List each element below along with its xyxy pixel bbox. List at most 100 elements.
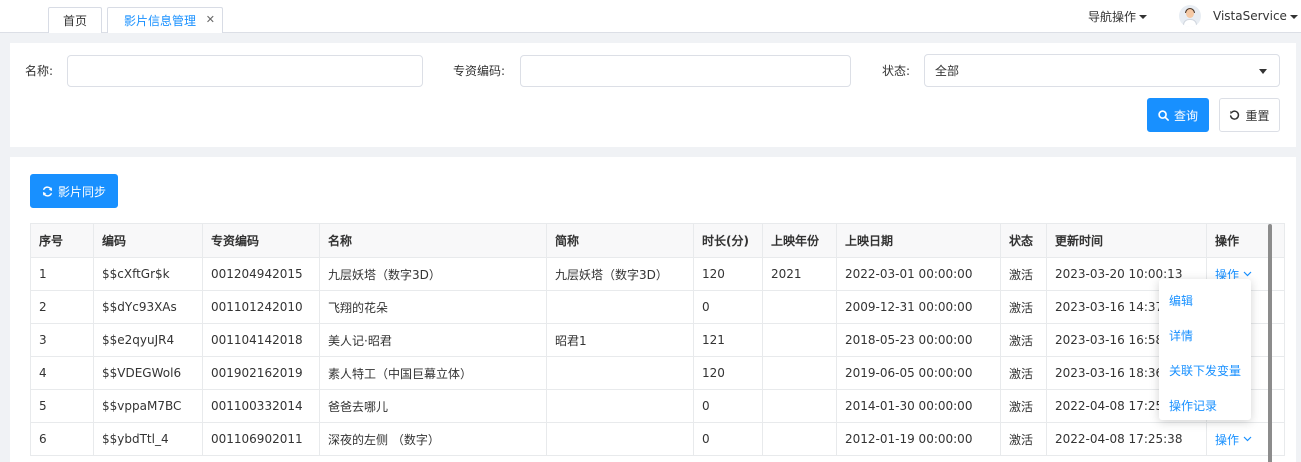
table-cell: 激活 bbox=[1000, 389, 1047, 423]
chevron-down-icon bbox=[1243, 436, 1252, 442]
col-header: 时长(分) bbox=[693, 223, 763, 258]
table-cell: $$vppaM7BC bbox=[93, 389, 203, 423]
chevron-down-icon bbox=[1243, 271, 1252, 277]
nav-menu-dropdown[interactable]: 导航操作 bbox=[1088, 8, 1148, 25]
film-table: 序号 编码 专资编码 名称 简称 时长(分) 上映年份 上映日期 状态 更新时间… bbox=[30, 223, 1285, 456]
name-input[interactable] bbox=[67, 55, 423, 87]
table-cell: $$VDEGWol6 bbox=[93, 356, 203, 390]
table-cell: 001104142018 bbox=[202, 323, 320, 357]
table-cell: 0 bbox=[693, 290, 763, 324]
tab-home[interactable]: 首页 bbox=[48, 7, 102, 33]
table-cell: 素人特工（中国巨幕立体） bbox=[319, 356, 547, 390]
status-select[interactable]: 全部 bbox=[924, 54, 1280, 87]
table-cell: 飞翔的花朵 bbox=[319, 290, 547, 324]
table-cell: 4 bbox=[30, 356, 94, 390]
tab-film-info[interactable]: 影片信息管理 ✕ bbox=[107, 7, 223, 33]
table-row: 3 $$e2qyuJR4 001104142018 美人记·昭君 昭君1 121 2018-… bbox=[30, 323, 1285, 357]
table-cell: 2018-05-23 00:00:00 bbox=[836, 323, 1001, 357]
table-cell: 2009-12-31 00:00:00 bbox=[836, 290, 1001, 324]
table-cell: 001204942015 bbox=[202, 257, 320, 291]
table-cell: 5 bbox=[30, 389, 94, 423]
row-action-dropdown: 编辑 详情 关联下发变量 操作记录 bbox=[1159, 279, 1251, 420]
table-cell: 120 bbox=[693, 257, 763, 291]
menu-item-link-variables[interactable]: 关联下发变量 bbox=[1159, 353, 1251, 388]
film-sync-button[interactable]: 影片同步 bbox=[30, 174, 118, 208]
table-cell bbox=[546, 422, 694, 456]
table-header-row: 序号 编码 专资编码 名称 简称 时长(分) 上映年份 上映日期 状态 更新时间… bbox=[30, 223, 1285, 258]
table-cell: 120 bbox=[693, 356, 763, 390]
table-cell bbox=[762, 422, 837, 456]
caret-down-icon bbox=[1139, 15, 1148, 19]
table-cell: 2012-01-19 00:00:00 bbox=[836, 422, 1001, 456]
table-cell: 激活 bbox=[1000, 356, 1047, 390]
table-cell: 2022-03-01 00:00:00 bbox=[836, 257, 1001, 291]
row-action-label: 操作 bbox=[1215, 432, 1240, 447]
query-button[interactable]: 查询 bbox=[1147, 98, 1209, 132]
menu-item-edit[interactable]: 编辑 bbox=[1159, 283, 1251, 318]
status-selected-value: 全部 bbox=[935, 64, 960, 78]
table-cell: 2021 bbox=[762, 257, 837, 291]
table-row: 5 $$vppaM7BC 001100332014 爸爸去哪儿 0 2014-01-30 … bbox=[30, 389, 1285, 423]
table-cell: 昭君1 bbox=[546, 323, 694, 357]
col-header: 状态 bbox=[1000, 223, 1047, 258]
table-cell: 美人记·昭君 bbox=[319, 323, 547, 357]
row-action-link[interactable]: 操作 bbox=[1215, 431, 1252, 448]
name-label: 名称: bbox=[25, 64, 54, 78]
username: VistaService bbox=[1213, 9, 1287, 23]
col-header: 序号 bbox=[30, 223, 94, 258]
table-row: 4 $$VDEGWol6 001902162019 素人特工（中国巨幕立体） 120 20… bbox=[30, 356, 1285, 390]
sync-icon bbox=[42, 185, 53, 197]
avatar bbox=[1179, 5, 1201, 27]
table-row: 2 $$dYc93XAs 001101242010 飞翔的花朵 0 2009-12-31 … bbox=[30, 290, 1285, 324]
main-panel: 影片同步 序号 编码 专资编码 名称 简称 时长(分) 上映年份 上映日期 状态… bbox=[10, 157, 1296, 462]
reset-button-label: 重置 bbox=[1245, 108, 1270, 123]
col-header: 更新时间 bbox=[1046, 223, 1207, 258]
table-cell: 0 bbox=[693, 422, 763, 456]
table-cell: 2022-04-08 17:25:38 bbox=[1046, 422, 1207, 456]
top-bar: 首页 影片信息管理 ✕ 导航操作 VistaService bbox=[0, 0, 1301, 33]
table-cell: 001100332014 bbox=[202, 389, 320, 423]
col-header: 简称 bbox=[546, 223, 694, 258]
table-cell: 2014-01-30 00:00:00 bbox=[836, 389, 1001, 423]
user-menu[interactable]: VistaService bbox=[1179, 5, 1298, 27]
menu-item-operation-log[interactable]: 操作记录 bbox=[1159, 388, 1251, 423]
table-cell: 九层妖塔（数字3D） bbox=[319, 257, 547, 291]
close-icon[interactable]: ✕ bbox=[206, 14, 215, 26]
table-cell: 2019-06-05 00:00:00 bbox=[836, 356, 1001, 390]
table-cell: $$cXftGr$k bbox=[93, 257, 203, 291]
table-cell: 3 bbox=[30, 323, 94, 357]
caret-down-icon bbox=[1289, 14, 1298, 19]
col-header: 编码 bbox=[93, 223, 203, 258]
table-cell: 001106902011 bbox=[202, 422, 320, 456]
table-cell: 深夜的左侧 （数字） bbox=[319, 422, 547, 456]
table-cell: 001101242010 bbox=[202, 290, 320, 324]
col-header: 专资编码 bbox=[202, 223, 320, 258]
table-cell bbox=[762, 389, 837, 423]
reset-button[interactable]: 重置 bbox=[1219, 98, 1280, 132]
menu-item-detail[interactable]: 详情 bbox=[1159, 318, 1251, 353]
table-row: 6 $$ybdTtl_4 001106902011 深夜的左侧 （数字） 0 2012-0… bbox=[30, 422, 1285, 456]
code-input[interactable] bbox=[520, 55, 851, 87]
table-cell: 激活 bbox=[1000, 323, 1047, 357]
table-cell bbox=[762, 290, 837, 324]
table-cell bbox=[762, 323, 837, 357]
table-cell: 爸爸去哪儿 bbox=[319, 389, 547, 423]
table-cell: 0 bbox=[693, 389, 763, 423]
table-cell bbox=[546, 290, 694, 324]
col-header: 上映日期 bbox=[836, 223, 1001, 258]
tab-home-label: 首页 bbox=[62, 14, 87, 28]
table-cell: 2 bbox=[30, 290, 94, 324]
caret-down-icon bbox=[1259, 69, 1267, 74]
table-scrollbar[interactable] bbox=[1268, 224, 1272, 462]
table-cell: 1 bbox=[30, 257, 94, 291]
table-row: 1 $$cXftGr$k 001204942015 九层妖塔（数字3D） 九层妖塔（数字… bbox=[30, 257, 1285, 291]
query-button-label: 查询 bbox=[1173, 108, 1198, 123]
nav-menu-label: 导航操作 bbox=[1088, 10, 1137, 24]
table-cell: 激活 bbox=[1000, 290, 1047, 324]
col-header: 上映年份 bbox=[762, 223, 837, 258]
film-sync-button-label: 影片同步 bbox=[57, 184, 106, 199]
table-cell: $$ybdTtl_4 bbox=[93, 422, 203, 456]
table-cell: 操作 bbox=[1206, 422, 1285, 456]
col-header: 操作 bbox=[1206, 223, 1285, 258]
table-cell bbox=[546, 389, 694, 423]
